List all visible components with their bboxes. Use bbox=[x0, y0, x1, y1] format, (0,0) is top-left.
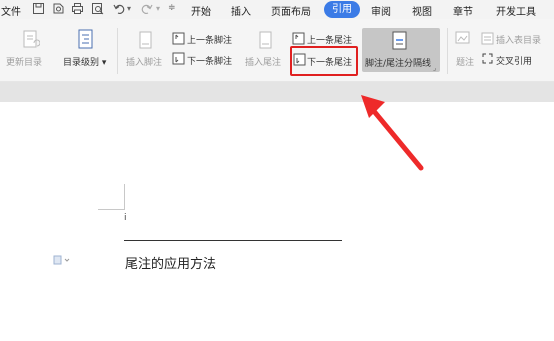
red-arrow-icon bbox=[361, 95, 424, 171]
endnote-reference-mark: i bbox=[124, 213, 127, 223]
insert-footnote-icon bbox=[139, 31, 152, 49]
caption-label: 题注 bbox=[456, 58, 475, 68]
menu-file[interactable]: 文件 bbox=[1, 3, 21, 18]
insert-footnote-label: 插入脚注 bbox=[126, 58, 163, 68]
save-icon[interactable] bbox=[32, 2, 45, 15]
separator-line-icon bbox=[392, 31, 407, 50]
highlight-box bbox=[290, 46, 358, 76]
insert-footnote-button[interactable]: 插入脚注 bbox=[126, 55, 162, 68]
margin-corner-mark bbox=[124, 184, 125, 210]
insert-toc-figures-label: 插入表目录 bbox=[496, 36, 542, 46]
ribbon-divider bbox=[447, 28, 448, 74]
export-icon[interactable] bbox=[52, 2, 65, 15]
print-preview-icon[interactable] bbox=[91, 2, 104, 15]
undo-icon[interactable] bbox=[113, 2, 126, 15]
tab-page-layout[interactable]: 页面布局 bbox=[271, 3, 311, 18]
prev-endnote-button[interactable]: 上一条尾注 bbox=[307, 33, 352, 46]
next-footnote-button[interactable]: 下一条脚注 bbox=[187, 54, 232, 67]
next-footnote-label: 下一条脚注 bbox=[187, 57, 233, 67]
tab-insert[interactable]: 插入 bbox=[231, 3, 251, 18]
tab-view[interactable]: 视图 bbox=[412, 3, 432, 18]
cross-reference-label: 交叉引用 bbox=[496, 57, 533, 67]
undo-dropdown-icon[interactable]: ▾ bbox=[127, 4, 131, 13]
update-toc-button[interactable]: 更新目录 bbox=[6, 55, 42, 68]
prev-endnote-icon bbox=[292, 32, 305, 45]
toc-level-button[interactable]: 目录级别 ▾ bbox=[63, 55, 106, 68]
insert-endnote-label: 插入尾注 bbox=[245, 58, 282, 68]
endnote-text[interactable]: 尾注的应用方法 bbox=[125, 253, 216, 272]
next-footnote-icon bbox=[172, 52, 185, 65]
toc-level-label: 目录级别 bbox=[63, 58, 100, 68]
tab-review[interactable]: 审阅 bbox=[371, 3, 391, 18]
menu-bar: 文件 ▾ ▾ ≑ 开始 插入 页面布局 引用 审阅 视图 章节 开发工具 bbox=[0, 0, 554, 19]
insert-toc-figures-button[interactable]: 插入表目录 bbox=[496, 33, 541, 46]
caption-button[interactable]: 题注 bbox=[456, 55, 474, 68]
update-toc-label: 更新目录 bbox=[6, 58, 43, 68]
caption-icon bbox=[455, 31, 470, 44]
toc-level-icon bbox=[78, 29, 93, 49]
insert-toc-figures-icon bbox=[481, 32, 494, 45]
tab-section[interactable]: 章节 bbox=[453, 3, 473, 18]
prev-footnote-icon bbox=[172, 32, 185, 45]
tab-home[interactable]: 开始 bbox=[191, 3, 211, 18]
tab-developer[interactable]: 开发工具 bbox=[496, 3, 536, 18]
cross-reference-icon bbox=[482, 53, 493, 64]
redo-icon[interactable] bbox=[140, 2, 153, 15]
tab-references[interactable]: 引用 bbox=[324, 1, 360, 18]
ribbon-divider bbox=[117, 28, 118, 74]
ruler-strip bbox=[0, 82, 554, 102]
prev-footnote-label: 上一条脚注 bbox=[187, 36, 233, 46]
redo-dropdown-icon[interactable]: ▾ bbox=[156, 4, 160, 13]
separator-line-label: 脚注/尾注分隔线 bbox=[365, 59, 432, 69]
paragraph-handle-icon[interactable] bbox=[53, 255, 71, 265]
cross-reference-button[interactable]: 交叉引用 bbox=[496, 54, 532, 67]
customize-quick-access-icon[interactable]: ≑ bbox=[168, 3, 176, 13]
update-toc-icon bbox=[23, 30, 40, 48]
prev-footnote-button[interactable]: 上一条脚注 bbox=[187, 33, 232, 46]
insert-endnote-icon bbox=[259, 31, 272, 49]
margin-corner-mark bbox=[98, 209, 124, 210]
print-icon[interactable] bbox=[71, 2, 84, 15]
prev-endnote-label: 上一条尾注 bbox=[307, 36, 353, 46]
endnote-separator-line bbox=[124, 240, 342, 241]
group-launcher-icon[interactable]: ⌟ bbox=[433, 64, 436, 72]
insert-endnote-button[interactable]: 插入尾注 bbox=[245, 55, 281, 68]
